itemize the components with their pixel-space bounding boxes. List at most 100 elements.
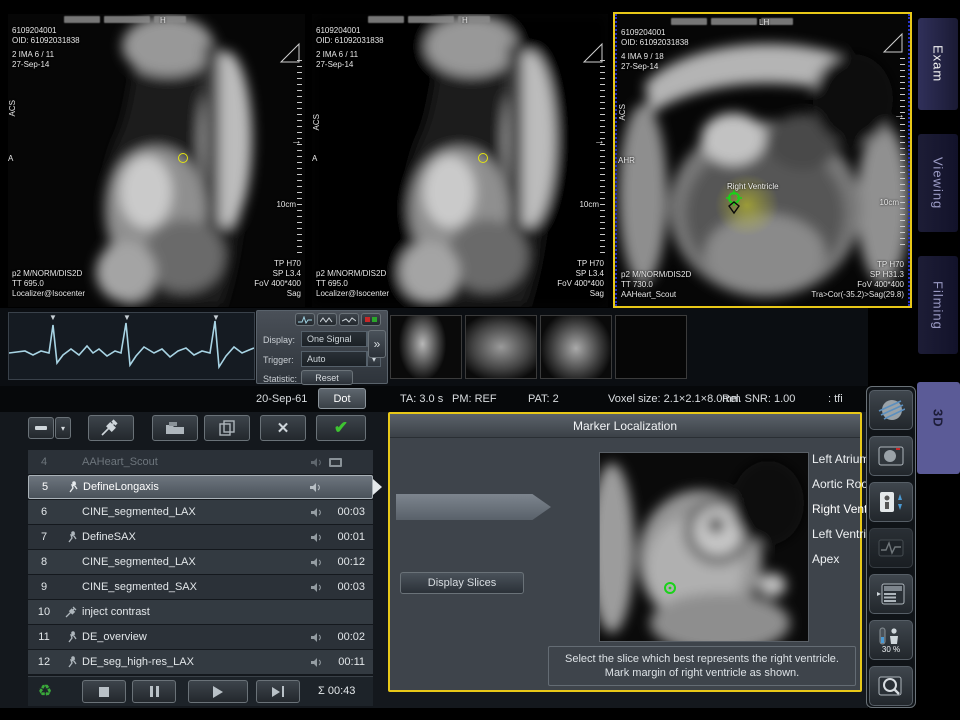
- queue-row-8[interactable]: 8 CINE_segmented_LAX 00:12: [28, 550, 373, 574]
- run-step-icon: [60, 631, 82, 643]
- tab-exam[interactable]: Exam: [918, 18, 958, 110]
- pause-button[interactable]: [132, 680, 176, 703]
- speaker-icon: [302, 483, 328, 492]
- ecg-mode3-button[interactable]: [339, 313, 359, 326]
- head-slices-button[interactable]: [869, 390, 913, 430]
- br-line4: Tra>Cor(-35.2)>Sag(29.8): [811, 290, 904, 300]
- open-folder-button[interactable]: [152, 415, 198, 441]
- thumbnail-axial[interactable]: [540, 315, 612, 379]
- run-step-icon: [61, 481, 83, 493]
- playback-bar: ♻ Σ 00:43: [28, 676, 373, 706]
- dialog-title: Marker Localization: [390, 414, 860, 438]
- image-id: 6109204001: [12, 26, 57, 36]
- tab-viewing[interactable]: Viewing: [918, 134, 958, 232]
- protocol-list-button[interactable]: [869, 574, 913, 614]
- tab-filming[interactable]: Filming: [918, 256, 958, 354]
- status-sequence: : tfi: [828, 393, 843, 405]
- queue-row-9[interactable]: 9 CINE_segmented_SAX 00:03: [28, 575, 373, 599]
- image-ima: 2 IMA 6 / 11: [316, 50, 358, 60]
- tab-3d[interactable]: 3D: [918, 388, 958, 448]
- speaker-icon: [303, 658, 329, 667]
- queue-row-11[interactable]: 11 DE_overview 00:02: [28, 625, 373, 649]
- cancel-button[interactable]: ✕: [260, 415, 306, 441]
- image-date: 27-Sep-14: [621, 62, 658, 72]
- ecg-mode1-button[interactable]: [295, 313, 315, 326]
- br-line4: Sag: [590, 289, 604, 299]
- thumbnail-coronal[interactable]: [465, 315, 537, 379]
- speaker-icon: [303, 583, 329, 592]
- syringe-icon: [60, 606, 82, 618]
- scale-ruler: [600, 60, 605, 256]
- scale-ruler: [900, 58, 905, 248]
- speaker-icon: [303, 633, 329, 642]
- display-select[interactable]: One Signal: [301, 331, 367, 347]
- scale-label: 10cm: [879, 198, 899, 208]
- stop-button[interactable]: [82, 680, 126, 703]
- current-step-arrow: [373, 479, 382, 495]
- queue-row-7[interactable]: 7 DefineSAX 00:01: [28, 525, 373, 549]
- dot-button[interactable]: Dot: [318, 388, 366, 409]
- br-line2: SP L3.4: [273, 269, 301, 279]
- thumbnail-sagittal[interactable]: [390, 315, 462, 379]
- bl-line1: p2 M/NORM/DIS2D: [316, 269, 386, 279]
- browse-search-button[interactable]: [869, 666, 913, 706]
- ecg-mode2-button[interactable]: [317, 313, 337, 326]
- contrast-button[interactable]: [88, 415, 134, 441]
- document-list-icon: [877, 583, 905, 605]
- snapshot-icon: [329, 457, 342, 468]
- trigger-select[interactable]: Auto: [301, 351, 367, 367]
- skip-button[interactable]: [256, 680, 300, 703]
- queue-row-6[interactable]: 6 CINE_segmented_LAX 00:03: [28, 500, 373, 524]
- br-line3: FoV 400*400: [857, 280, 904, 290]
- queue-row-12[interactable]: 12 DE_seg_high-res_LAX 00:11: [28, 650, 373, 674]
- image-ima: 2 IMA 6 / 11: [12, 50, 54, 60]
- copy-button[interactable]: [204, 415, 250, 441]
- image-oid: OID: 61092031838: [316, 36, 384, 46]
- queue-row-10[interactable]: 10 inject contrast: [28, 600, 373, 624]
- expand-physio-button[interactable]: »: [368, 330, 386, 358]
- recycle-bin-icon[interactable]: ♻: [34, 681, 56, 703]
- bl-line2: TT 695.0: [316, 279, 348, 289]
- reset-button[interactable]: Reset: [301, 370, 353, 385]
- br-line1: TP H70: [877, 260, 904, 270]
- sar-level-button[interactable]: 30 %: [869, 620, 913, 660]
- trigger-marker-icon: ▼: [123, 313, 131, 322]
- signal-button[interactable]: [869, 528, 913, 568]
- queue-options-button[interactable]: [28, 417, 54, 439]
- ecg-display: ▼ ▼ ▼: [8, 312, 255, 380]
- reference-slice-image[interactable]: [599, 452, 809, 642]
- corner-fold-icon: [882, 32, 904, 54]
- bl-line1: p2 M/NORM/DIS2D: [621, 270, 691, 280]
- orientation-side2: A: [8, 154, 13, 164]
- orientation-side: ACS: [8, 100, 18, 116]
- run-step-icon: [60, 656, 82, 668]
- display-slices-button[interactable]: Display Slices: [400, 572, 524, 594]
- br-line4: Sag: [287, 289, 301, 299]
- br-line2: SP L3.4: [576, 269, 604, 279]
- play-button[interactable]: [188, 680, 248, 703]
- viewport-sagittal-1[interactable]: 6109204001 OID: 61092031838 2 IMA 6 / 11…: [8, 14, 305, 307]
- ecg-status-button[interactable]: [361, 313, 381, 326]
- viewport-selected[interactable]: Right Ventricle 6109204001 OID: 61092031…: [613, 12, 912, 308]
- selected-item-highlight: [396, 494, 551, 520]
- queue-row-5-selected[interactable]: 5 DefineLongaxis: [28, 475, 373, 499]
- bl-line3: AAHeart_Scout: [621, 290, 676, 300]
- patient-reposition-button[interactable]: [869, 482, 913, 522]
- stop-icon: [99, 687, 109, 697]
- orientation-top: H: [160, 16, 166, 26]
- apply-button[interactable]: ✔: [316, 415, 366, 441]
- bl-line1: p2 M/NORM/DIS2D: [12, 269, 82, 279]
- marker-localization-dialog: Marker Localization ✓ Left Atrium ✓ Aort…: [388, 412, 862, 692]
- br-line3: FoV 400*400: [254, 279, 301, 289]
- thumbnail-empty[interactable]: [615, 315, 687, 379]
- image-id: 6109204001: [621, 28, 666, 38]
- viewport-sagittal-2[interactable]: 6109204001 OID: 61092031838 2 IMA 6 / 11…: [312, 14, 608, 307]
- orientation-top: LH: [759, 18, 769, 28]
- queue-options-arrow[interactable]: ▾: [55, 417, 71, 439]
- queue-row-4[interactable]: 4 AAHeart_Scout: [28, 450, 373, 474]
- instruction-line1: Select the slice which best represents t…: [565, 652, 839, 666]
- image-display-button[interactable]: [869, 436, 913, 476]
- waveform-icon: [878, 539, 904, 557]
- trigger-marker-icon: ▼: [212, 313, 220, 322]
- check-icon: ✔: [334, 418, 348, 438]
